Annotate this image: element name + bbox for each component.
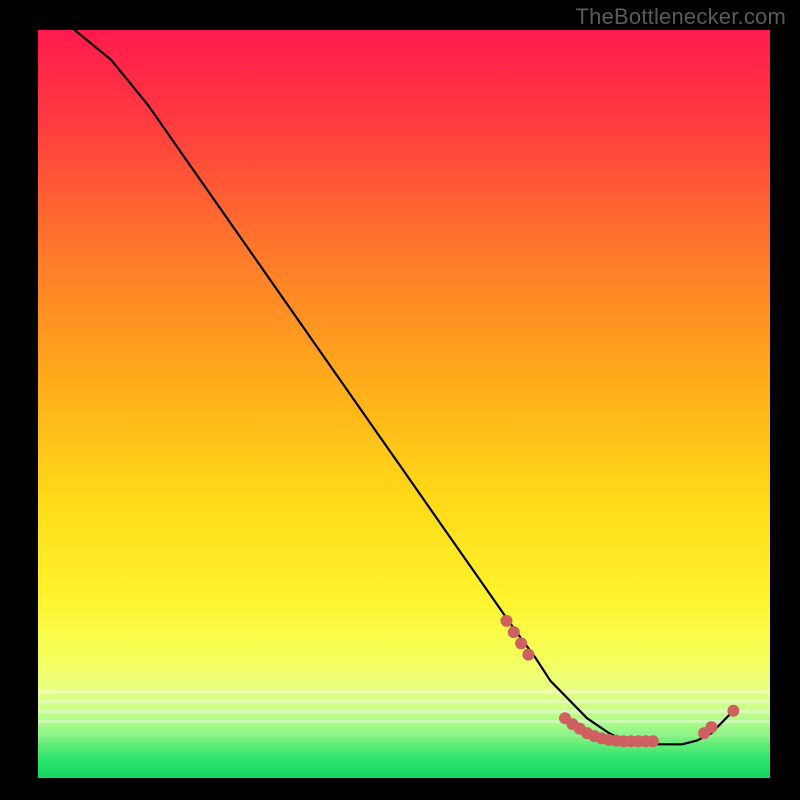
data-point: [647, 735, 659, 747]
data-point: [508, 626, 520, 638]
attribution-text: TheBottlenecker.com: [576, 4, 786, 30]
chart-svg: [0, 0, 800, 800]
data-point: [501, 615, 513, 627]
data-point: [522, 649, 534, 661]
chart-container: { "attribution": "TheBottlenecker.com", …: [0, 0, 800, 800]
data-point: [727, 705, 739, 717]
data-point: [705, 721, 717, 733]
data-point: [515, 637, 527, 649]
plot-area: [38, 30, 770, 778]
